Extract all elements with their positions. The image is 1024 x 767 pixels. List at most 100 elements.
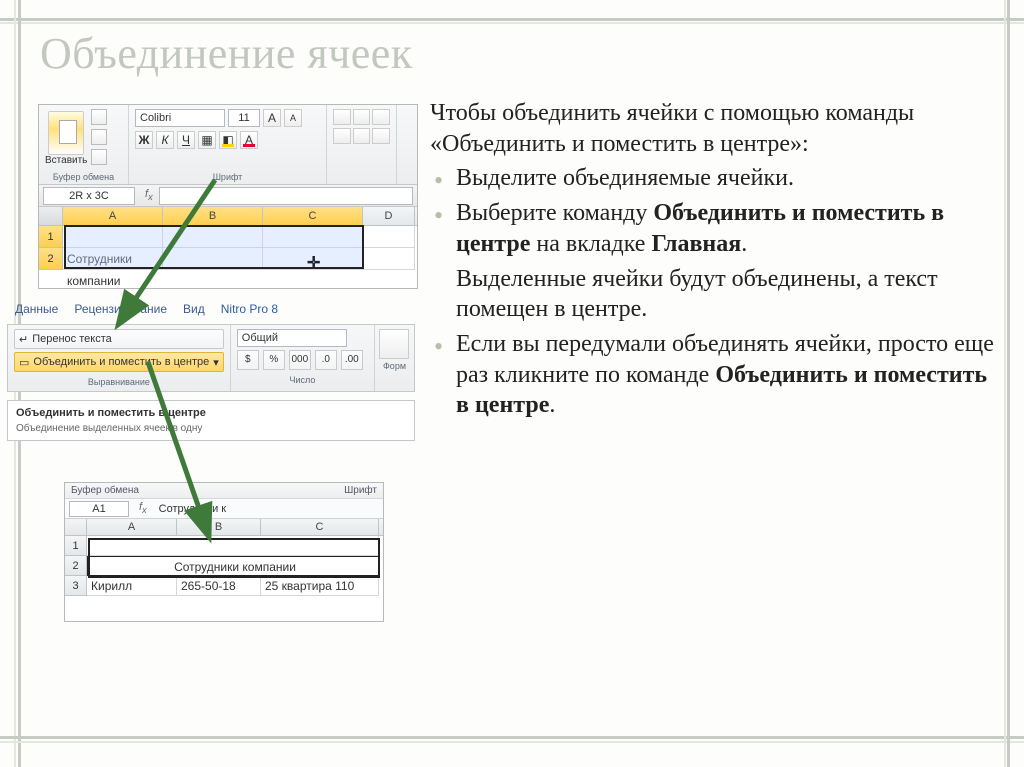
frame-line bbox=[1004, 0, 1006, 767]
row-header-2[interactable]: 2 bbox=[65, 556, 87, 576]
wrap-text-button[interactable]: ↵ Перенос текста bbox=[14, 329, 224, 349]
font-color-button[interactable]: A bbox=[240, 131, 258, 149]
cut-icon[interactable] bbox=[91, 109, 107, 125]
select-all-corner[interactable] bbox=[39, 207, 63, 225]
row-header-3[interactable]: 3 bbox=[65, 576, 87, 596]
merge-tooltip: Объединить и поместить в центре Объедине… bbox=[7, 400, 415, 441]
alignment-group-label: Выравнивание bbox=[14, 375, 224, 387]
tab-review[interactable]: Рецензирование bbox=[74, 302, 167, 316]
tab-view[interactable]: Вид bbox=[183, 302, 205, 316]
col-header-b[interactable]: B bbox=[163, 207, 263, 225]
underline-button[interactable]: Ч bbox=[177, 131, 195, 149]
worksheet: A B C D 1 2 Сотрудники компании bbox=[39, 207, 417, 270]
border-button[interactable]: ▦ bbox=[198, 131, 216, 149]
fill-color-button[interactable]: ◧ bbox=[219, 131, 237, 149]
tab-nitro[interactable]: Nitro Pro 8 bbox=[221, 302, 278, 316]
cell-c1[interactable] bbox=[263, 226, 363, 248]
font-size-select[interactable]: 11 bbox=[228, 109, 260, 127]
number-group: Общий $ % 000 .0 .00 Число bbox=[231, 325, 374, 391]
merge-center-icon: ▭ bbox=[19, 356, 29, 369]
font-group: Colibri 11 A A Ж К Ч ▦ ◧ A Шрифт bbox=[129, 105, 327, 184]
alignment-group: ↵ Перенос текста ▭ Объединить и поместит… bbox=[8, 325, 231, 391]
frame-line bbox=[0, 22, 1024, 24]
bullet-2: Выберите команду Объединить и поместить … bbox=[430, 198, 1000, 259]
format-painter-icon[interactable] bbox=[91, 149, 107, 165]
align-top-icon[interactable] bbox=[333, 109, 351, 125]
formula-bar-row: 2R x 3C fx bbox=[39, 185, 417, 207]
cell-a1[interactable] bbox=[63, 226, 163, 248]
font-name-select[interactable]: Colibri bbox=[135, 109, 225, 127]
bullet-1: Выделите объединяемые ячейки. bbox=[430, 163, 1000, 194]
currency-button[interactable]: $ bbox=[237, 350, 259, 370]
align-center-icon[interactable] bbox=[353, 128, 371, 144]
col-header-a[interactable]: A bbox=[63, 207, 163, 225]
align-bottom-icon[interactable] bbox=[372, 109, 390, 125]
col-header-d[interactable]: D bbox=[363, 207, 415, 225]
row-header-1[interactable]: 1 bbox=[65, 536, 87, 556]
group-labels-row: Буфер обмена Шрифт bbox=[65, 483, 383, 499]
align-right-icon[interactable] bbox=[372, 128, 390, 144]
tooltip-subtitle: Объединение выделенных ячеек в одну bbox=[16, 423, 406, 434]
cell-a2[interactable]: Сотрудники компании bbox=[63, 248, 163, 270]
cell-a3[interactable]: Кирилл bbox=[87, 576, 177, 596]
col-header-c[interactable]: C bbox=[263, 207, 363, 225]
paste-label: Вставить bbox=[45, 155, 87, 166]
tooltip-title: Объединить и поместить в центре bbox=[16, 407, 206, 419]
formula-bar[interactable] bbox=[159, 187, 413, 205]
name-box[interactable]: A1 bbox=[69, 501, 129, 517]
bullet-4-end: . bbox=[549, 392, 555, 418]
slide-title: Объединение ячеек bbox=[40, 28, 413, 79]
formula-value[interactable]: Сотрудники к bbox=[153, 503, 383, 515]
cell-b2[interactable] bbox=[163, 248, 263, 270]
bullet-2-end: . bbox=[741, 231, 747, 257]
paragraph-result: Выделенные ячейки будут объединены, а те… bbox=[430, 264, 1000, 325]
cell-b1[interactable] bbox=[163, 226, 263, 248]
cell-styles-icon[interactable] bbox=[379, 329, 409, 359]
formula-bar-row: A1 fx Сотрудники к bbox=[65, 499, 383, 519]
clipboard-group-label: Буфер обмена bbox=[45, 170, 122, 182]
dropdown-arrow-icon[interactable]: ▾ bbox=[213, 356, 219, 369]
fx-icon[interactable]: fx bbox=[139, 188, 159, 202]
font-group-label: Шрифт bbox=[135, 170, 320, 182]
cell-a1-merged-top[interactable] bbox=[87, 536, 379, 556]
name-box[interactable]: 2R x 3C bbox=[43, 187, 135, 205]
col-header-c[interactable]: C bbox=[261, 519, 379, 535]
comma-style-button[interactable]: 000 bbox=[289, 350, 311, 370]
align-left-icon[interactable] bbox=[333, 128, 351, 144]
merged-cell[interactable]: Сотрудники компании bbox=[87, 556, 379, 576]
frame-line bbox=[1007, 0, 1010, 767]
styles-group-partial: Форм bbox=[374, 325, 414, 391]
tab-data[interactable]: Данные bbox=[15, 302, 58, 316]
percent-button[interactable]: % bbox=[263, 350, 285, 370]
worksheet: A B C 1 2 Сотрудники компании 3 Кирилл 2… bbox=[65, 519, 383, 596]
decrease-decimal-button[interactable]: .00 bbox=[341, 350, 363, 370]
shrink-font-icon[interactable]: A bbox=[284, 109, 302, 127]
merge-center-button[interactable]: ▭ Объединить и поместить в центре ▾ bbox=[14, 352, 224, 372]
bullet-2-mid: на вкладке bbox=[530, 231, 651, 257]
frame-line bbox=[0, 736, 1024, 739]
clipboard-group: Вставить Буфер обмена bbox=[39, 105, 129, 184]
fx-icon[interactable]: fx bbox=[133, 501, 153, 515]
italic-button[interactable]: К bbox=[156, 131, 174, 149]
number-format-select[interactable]: Общий bbox=[237, 329, 347, 347]
col-header-a[interactable]: A bbox=[87, 519, 177, 535]
select-all-corner[interactable] bbox=[65, 519, 87, 535]
bullet-2-tab: Главная bbox=[651, 231, 741, 257]
row-header-1[interactable]: 1 bbox=[39, 226, 63, 248]
copy-icon[interactable] bbox=[91, 129, 107, 145]
row-header-2[interactable]: 2 bbox=[39, 248, 63, 270]
paste-button[interactable] bbox=[48, 111, 84, 155]
screenshot-merge-button: Данные Рецензирование Вид Nitro Pro 8 ↵ … bbox=[7, 300, 425, 468]
cell-d2[interactable] bbox=[363, 248, 415, 270]
col-header-b[interactable]: B bbox=[177, 519, 261, 535]
cell-d1[interactable] bbox=[363, 226, 415, 248]
increase-decimal-button[interactable]: .0 bbox=[315, 350, 337, 370]
cell-c3[interactable]: 25 квартира 110 bbox=[261, 576, 379, 596]
cell-b3[interactable]: 265-50-18 bbox=[177, 576, 261, 596]
screenshot-ribbon-selection: Вставить Буфер обмена Colibri 11 A A bbox=[38, 104, 418, 289]
screenshot-result: Буфер обмена Шрифт A1 fx Сотрудники к A … bbox=[64, 482, 384, 622]
align-middle-icon[interactable] bbox=[353, 109, 371, 125]
bold-button[interactable]: Ж bbox=[135, 131, 153, 149]
grow-font-icon[interactable]: A bbox=[263, 109, 281, 127]
instruction-text: Чтобы объединить ячейки с помощью команд… bbox=[430, 98, 1000, 425]
